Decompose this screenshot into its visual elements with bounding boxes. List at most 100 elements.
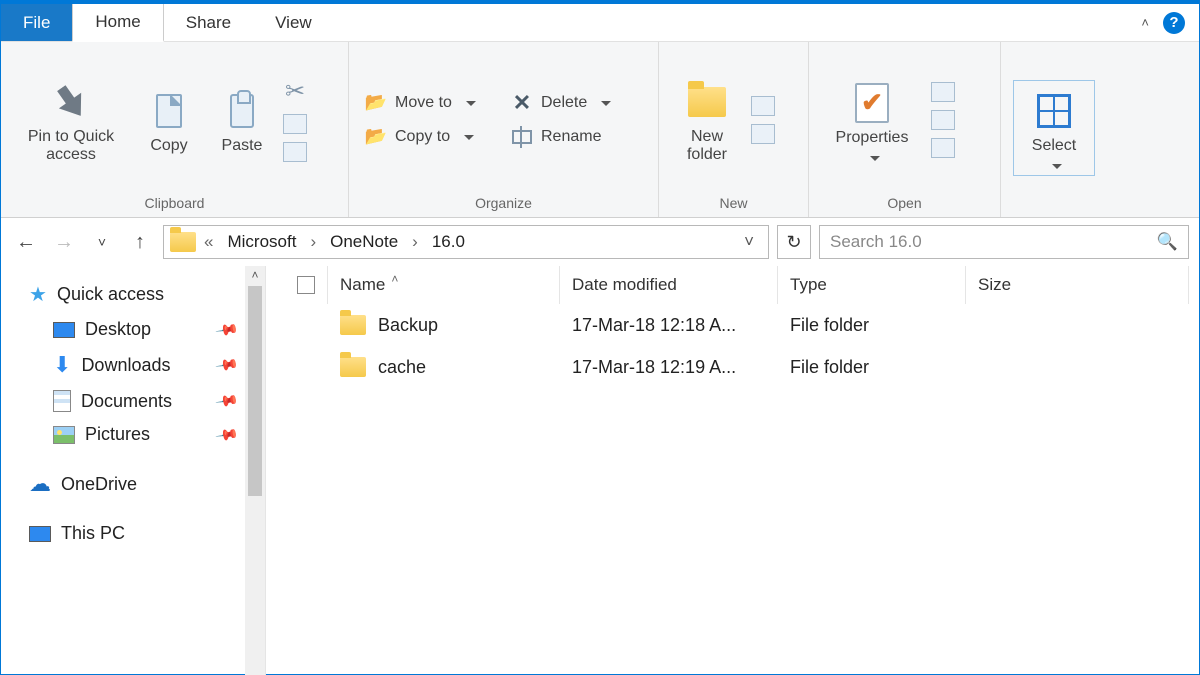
ribbon-tabs: File Home Share View ˄ ?	[1, 4, 1199, 42]
tab-file[interactable]: File	[1, 4, 72, 41]
file-date: 17-Mar-18 12:19 A...	[560, 357, 778, 378]
pin-icon: 📌	[215, 352, 241, 377]
sidebar-pictures[interactable]: Pictures 📌	[29, 418, 265, 451]
recent-locations-button[interactable]: ˅	[87, 227, 117, 257]
back-button[interactable]: ←	[11, 227, 41, 257]
sidebar-this-pc[interactable]: This PC	[29, 517, 265, 550]
sidebar-onedrive[interactable]: ☁ OneDrive	[29, 465, 265, 503]
breadcrumb-seg-1[interactable]: Microsoft	[221, 232, 302, 252]
sidebar-label: Downloads	[81, 355, 170, 376]
select-button[interactable]: Select	[1016, 85, 1092, 171]
chevron-right-icon[interactable]: ›	[408, 232, 422, 252]
monitor-icon	[29, 526, 51, 542]
group-organize-title: Organize	[349, 191, 658, 217]
column-size[interactable]: Size	[966, 266, 1189, 304]
scroll-up-icon[interactable]: ˄	[251, 266, 258, 284]
sidebar-quick-access[interactable]: ★ Quick access	[29, 276, 265, 313]
new-item-icon[interactable]	[751, 96, 775, 116]
delete-icon: ✕	[511, 92, 533, 114]
cloud-icon: ☁	[29, 471, 51, 497]
paste-button[interactable]: Paste	[207, 85, 277, 155]
ribbon: Pin to Quick access Copy Paste ✂ Clipboa…	[1, 42, 1199, 218]
breadcrumb-seg-2[interactable]: OneNote	[324, 232, 404, 252]
copy-path-icon[interactable]	[283, 114, 307, 134]
new-folder-label: New folder	[669, 128, 745, 164]
sidebar-documents[interactable]: Documents📌	[29, 384, 265, 418]
forward-button[interactable]: →	[49, 227, 79, 257]
copy-to-button[interactable]: 📂 Copy to	[359, 124, 499, 150]
folder-icon	[340, 315, 366, 335]
scroll-thumb[interactable]	[248, 286, 262, 496]
file-type: File folder	[778, 315, 966, 336]
rename-icon	[511, 126, 533, 148]
sidebar-label: OneDrive	[61, 474, 137, 495]
address-folder-icon	[170, 232, 196, 252]
sidebar-downloads[interactable]: ⬇Downloads📌	[29, 346, 265, 384]
table-row[interactable]: cache 17-Mar-18 12:19 A... File folder	[284, 346, 1189, 388]
edit-icon[interactable]	[931, 110, 955, 130]
file-name: Backup	[378, 315, 438, 336]
tab-view[interactable]: View	[253, 4, 334, 41]
properties-button[interactable]: ✔ Properties	[819, 77, 925, 163]
documents-icon	[53, 390, 71, 412]
sidebar-label: Pictures	[85, 424, 150, 445]
navigation-pane: ★Quick access Desktop📌 ⬇Downloads📌 Docum…	[1, 266, 265, 675]
search-input[interactable]: Search 16.0 🔍	[819, 225, 1189, 259]
open-icon[interactable]	[931, 82, 955, 102]
help-icon[interactable]: ?	[1163, 12, 1185, 34]
cut-icon[interactable]: ✂	[285, 77, 305, 106]
column-type[interactable]: Type	[778, 266, 966, 304]
table-row[interactable]: Backup 17-Mar-18 12:18 A... File folder	[284, 304, 1189, 346]
column-headers: Name˄ Date modified Type Size	[284, 266, 1189, 304]
easy-access-icon[interactable]	[751, 124, 775, 144]
column-date[interactable]: Date modified	[560, 266, 778, 304]
copy-to-label: Copy to	[395, 128, 450, 146]
rename-button[interactable]: Rename	[505, 124, 645, 150]
collapse-ribbon-icon[interactable]: ˄	[1141, 15, 1149, 30]
copy-button[interactable]: Copy	[137, 85, 201, 155]
paste-icon	[230, 94, 254, 128]
paste-shortcut-icon[interactable]	[283, 142, 307, 162]
delete-button[interactable]: ✕ Delete	[505, 90, 645, 116]
chevron-right-icon[interactable]: ›	[306, 232, 320, 252]
pin-icon: 📌	[215, 422, 241, 447]
breadcrumb-overflow[interactable]: «	[200, 232, 217, 252]
refresh-button[interactable]: ↻	[777, 225, 811, 259]
sidebar-desktop[interactable]: Desktop📌	[29, 313, 265, 346]
group-open-title: Open	[809, 191, 1000, 217]
move-to-button[interactable]: 📂Move to	[359, 90, 499, 116]
pin-quick-access-button[interactable]: Pin to Quick access	[11, 76, 131, 164]
group-select-title	[1001, 207, 1111, 217]
sidebar-scrollbar[interactable]: ˄	[245, 266, 265, 675]
star-icon: ★	[29, 282, 47, 307]
address-dropdown-icon[interactable]: ˅	[736, 232, 762, 252]
column-name[interactable]: Name˄	[328, 266, 560, 304]
properties-label: Properties	[836, 129, 909, 147]
pin-icon: 📌	[215, 317, 241, 342]
tab-home[interactable]: Home	[72, 4, 163, 42]
address-bar[interactable]: « Microsoft › OneNote › 16.0 ˅	[163, 225, 769, 259]
select-icon	[1037, 94, 1071, 128]
copy-icon	[156, 94, 182, 128]
tab-share[interactable]: Share	[164, 4, 253, 41]
paste-label: Paste	[222, 137, 263, 155]
sidebar-label: Quick access	[57, 284, 164, 305]
select-all-checkbox[interactable]	[284, 266, 328, 304]
copy-label: Copy	[150, 137, 187, 155]
sidebar-label: This PC	[61, 523, 125, 544]
up-button[interactable]: ↑	[125, 227, 155, 257]
pin-icon	[47, 78, 94, 125]
file-type: File folder	[778, 357, 966, 378]
breadcrumb-seg-3[interactable]: 16.0	[426, 232, 471, 252]
copy-to-icon: 📂	[365, 126, 387, 148]
folder-icon	[340, 357, 366, 377]
search-icon: 🔍	[1157, 232, 1178, 252]
rename-label: Rename	[541, 128, 601, 146]
file-list: Name˄ Date modified Type Size Backup 17-…	[265, 266, 1199, 675]
delete-label: Delete	[541, 94, 587, 112]
history-icon[interactable]	[931, 138, 955, 158]
move-to-icon: 📂	[365, 92, 387, 114]
new-folder-button[interactable]: New folder	[669, 76, 745, 164]
file-date: 17-Mar-18 12:18 A...	[560, 315, 778, 336]
pin-icon: 📌	[215, 388, 241, 413]
